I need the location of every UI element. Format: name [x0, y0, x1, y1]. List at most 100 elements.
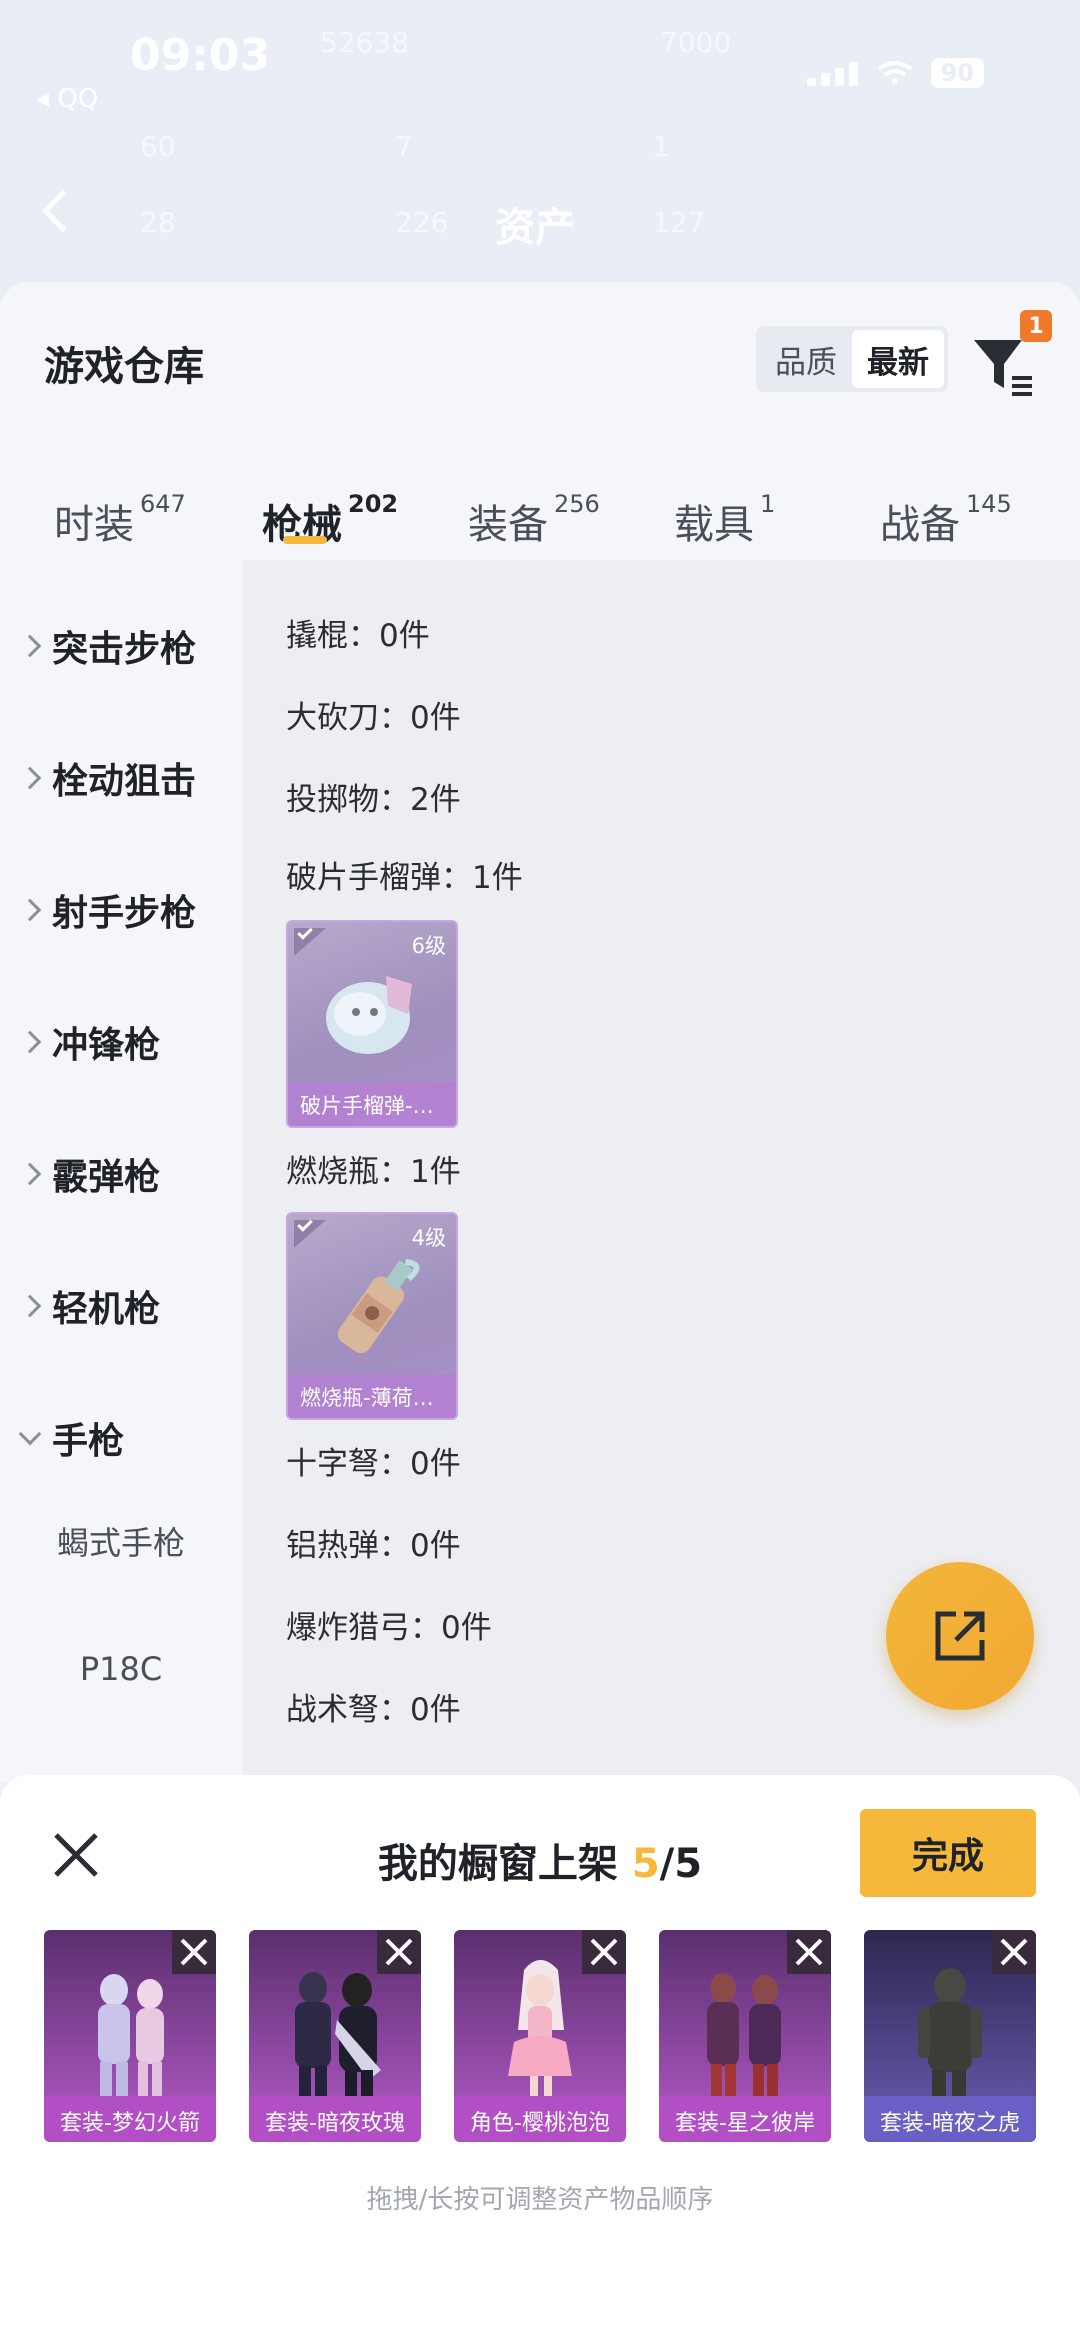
- shelf-item-caption: 套装-暗夜之虎: [864, 2096, 1036, 2142]
- item-count-row: 破片手榴弹：1件: [286, 860, 523, 896]
- item-card-molotov[interactable]: 4级 燃烧瓶-薄荷…: [286, 1212, 458, 1420]
- sort-toggle: 品质 最新: [756, 326, 948, 392]
- shelf-item[interactable]: 套装-星之彼岸: [659, 1930, 831, 2142]
- item-count-row: 撬棍：0件: [286, 618, 430, 654]
- remove-item-button[interactable]: [582, 1930, 626, 1974]
- background-page: 09:03 ◂ QQ 90 资产 52638 7000 60 7 1 28 22…: [0, 0, 1080, 300]
- chevron-right-icon: [18, 766, 42, 790]
- item-count-row: 大砍刀：0件: [286, 700, 461, 736]
- shelf-item[interactable]: 套装-暗夜之虎: [864, 1930, 1036, 2142]
- bg-value: 28: [140, 206, 176, 239]
- shelf-item-caption: 套装-暗夜玫瑰: [249, 2096, 421, 2142]
- external-link-icon: [935, 1611, 985, 1661]
- tab-combat-gear[interactable]: 战备 145: [880, 490, 1012, 550]
- shelf-item[interactable]: 套装-梦幻火箭: [44, 1930, 216, 2142]
- back-to-app-link[interactable]: ◂ QQ: [36, 84, 98, 114]
- shelf-item-caption: 套装-梦幻火箭: [44, 2096, 216, 2142]
- category-label: 轻机枪: [52, 1289, 161, 1330]
- category-label: 冲锋枪: [52, 1025, 161, 1066]
- category-label: 突击步枪: [52, 629, 197, 670]
- bg-value: 52638: [320, 26, 410, 59]
- weapon-category-list: 突击步枪 栓动狙击 射手步枪 冲锋枪 霰弹枪 轻机枪 手枪 蝎式手枪 P18C: [0, 560, 242, 1782]
- close-icon: [590, 1938, 618, 1966]
- status-time: 09:03: [130, 30, 271, 81]
- filter-badge: 1: [1020, 310, 1052, 342]
- category-label: 栓动狙击: [52, 761, 197, 802]
- category-bolt-sniper[interactable]: 栓动狙击: [0, 748, 242, 808]
- tab-label: 时装: [54, 502, 134, 548]
- remove-item-button[interactable]: [377, 1930, 421, 1974]
- tab-label: 载具: [674, 502, 754, 548]
- item-level: 6级: [411, 934, 446, 958]
- grenade-skin-icon: [326, 976, 412, 1054]
- remove-item-button[interactable]: [172, 1930, 216, 1974]
- close-icon: [385, 1938, 413, 1966]
- share-button[interactable]: [886, 1562, 1034, 1710]
- shelf-item[interactable]: 套装-暗夜玫瑰: [249, 1930, 421, 2142]
- done-button[interactable]: 完成: [860, 1809, 1036, 1897]
- tab-equipment[interactable]: 装备 256: [468, 490, 600, 550]
- item-name: 破片手榴弹-…: [288, 1082, 456, 1126]
- reorder-hint: 拖拽/长按可调整资产物品顺序: [366, 2185, 714, 2215]
- item-count-row: 铝热弹：0件: [286, 1528, 461, 1564]
- category-label: 射手步枪: [52, 893, 197, 934]
- bg-value: 127: [652, 206, 706, 239]
- item-name: 燃烧瓶-薄荷…: [288, 1374, 456, 1418]
- chevron-right-icon: [18, 1294, 42, 1318]
- close-icon: [795, 1938, 823, 1966]
- tab-count: 647: [140, 490, 186, 518]
- item-count-row: 投掷物：2件: [286, 782, 461, 818]
- tab-label: 战备: [880, 502, 960, 548]
- item-count-row: 爆炸猎弓：0件: [286, 1610, 492, 1646]
- item-level: 4级: [411, 1226, 446, 1250]
- tab-count: 1: [760, 490, 776, 518]
- page-back-icon[interactable]: [41, 189, 85, 233]
- shelf-item[interactable]: 角色-樱桃泡泡: [454, 1930, 626, 2142]
- tab-count: 202: [348, 490, 399, 518]
- remove-item-button[interactable]: [787, 1930, 831, 1974]
- shelf-count-current: 5: [631, 1841, 660, 1887]
- chevron-right-icon: [18, 1030, 42, 1054]
- sort-option-quality[interactable]: 品质: [760, 330, 852, 388]
- tab-fashion[interactable]: 时装 647: [54, 490, 186, 550]
- category-marksman-rifle[interactable]: 射手步枪: [0, 880, 242, 940]
- background-page-title: 资产: [495, 205, 575, 251]
- bg-value: 7000: [660, 26, 732, 59]
- item-count-row: 十字弩：0件: [286, 1446, 461, 1482]
- close-icon: [1000, 1938, 1028, 1966]
- category-pistol[interactable]: 手枪: [0, 1408, 242, 1468]
- bg-value: 60: [140, 130, 176, 163]
- wifi-icon: [877, 61, 912, 84]
- chevron-right-icon: [18, 1162, 42, 1186]
- bg-value: 226: [395, 206, 449, 239]
- sort-option-latest[interactable]: 最新: [852, 330, 944, 388]
- showcase-shelf-panel: 我的橱窗上架 5/5 完成 套装-梦幻火箭 套装-暗夜玫瑰 角色-樱桃泡泡 套装…: [0, 1775, 1080, 2341]
- category-tabs: 时装 647 枪械 202 装备 256 载具 1 战备 145: [0, 462, 1080, 550]
- tab-vehicles[interactable]: 载具 1: [674, 490, 776, 550]
- subcategory-p18c[interactable]: P18C: [0, 1650, 242, 1688]
- category-label: 霰弹枪: [52, 1157, 161, 1198]
- close-icon: [180, 1938, 208, 1966]
- shelf-item-caption: 角色-樱桃泡泡: [454, 2096, 626, 2142]
- active-tab-indicator: [283, 536, 327, 544]
- category-label: 手枪: [52, 1421, 125, 1462]
- chevron-right-icon: [18, 634, 42, 658]
- bg-value: 7: [395, 130, 413, 163]
- subcategory-skorpion[interactable]: 蝎式手枪: [0, 1518, 242, 1564]
- category-lmg[interactable]: 轻机枪: [0, 1276, 242, 1336]
- tab-count: 256: [554, 490, 600, 518]
- category-shotgun[interactable]: 霰弹枪: [0, 1144, 242, 1204]
- sheet-title: 游戏仓库: [44, 344, 204, 390]
- tab-label: 装备: [468, 502, 548, 548]
- item-card-frag-grenade[interactable]: 6级 破片手榴弹-…: [286, 920, 458, 1128]
- category-assault-rifle[interactable]: 突击步枪: [0, 616, 242, 676]
- molotov-skin-icon: [337, 1259, 420, 1354]
- shelf-item-caption: 套装-星之彼岸: [659, 2096, 831, 2142]
- remove-item-button[interactable]: [992, 1930, 1036, 1974]
- battery-indicator: 90: [930, 58, 984, 88]
- chevron-down-icon: [18, 1422, 42, 1446]
- bg-value: 1: [652, 130, 670, 163]
- item-count-row: 战术弩：0件: [286, 1692, 461, 1728]
- category-smg[interactable]: 冲锋枪: [0, 1012, 242, 1072]
- game-warehouse-sheet: 游戏仓库 品质 最新 1 时装 647 枪械 202 装备 256 载具 1 战…: [0, 282, 1080, 1782]
